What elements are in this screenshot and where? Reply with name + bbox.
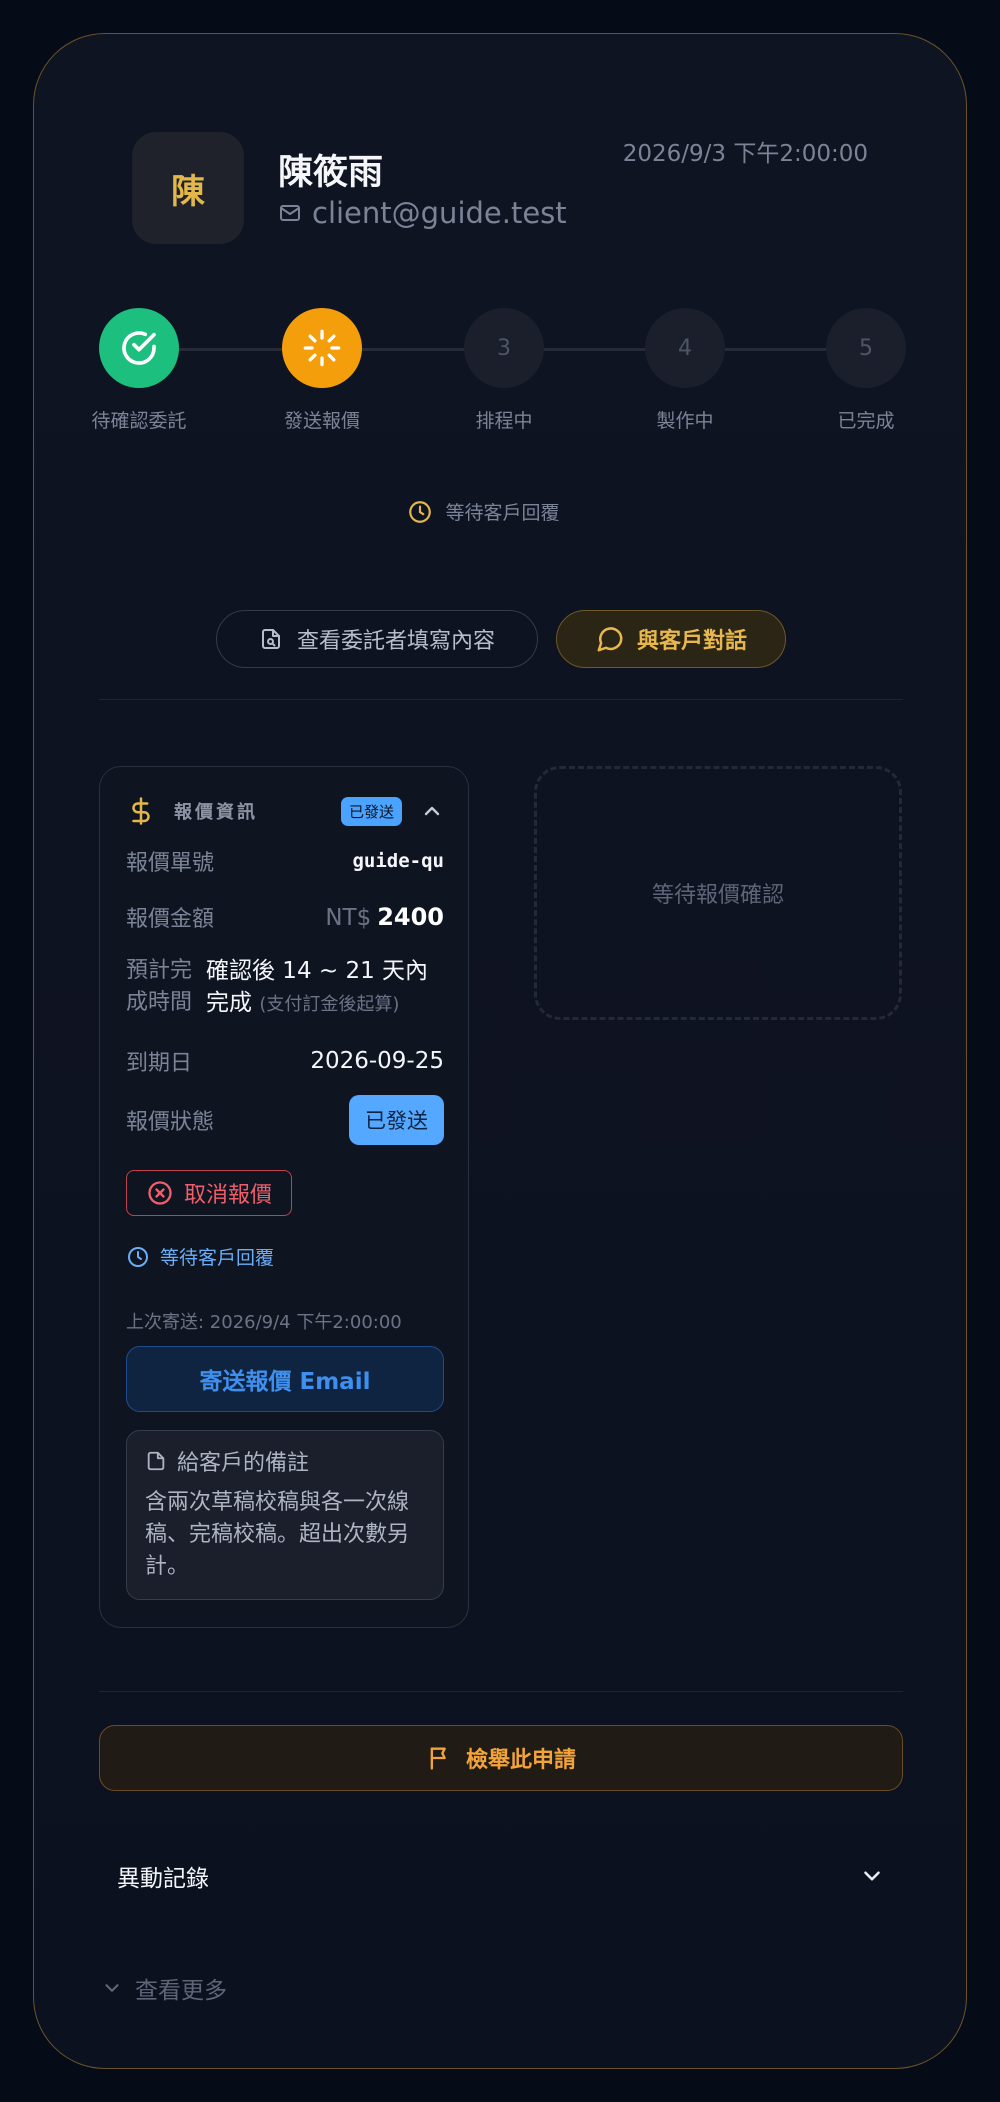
quote-amount: NT$ 2400 (325, 903, 444, 931)
client-name: 陳筱雨 (278, 153, 384, 193)
due-value: 2026-09-25 (310, 1048, 444, 1074)
mail-icon (280, 205, 300, 221)
check-circle-icon (122, 331, 156, 365)
last-sent: 上次寄送: 2026/9/4 下午2:00:00 (126, 1312, 402, 1333)
chat-label: 與客戶對話 (636, 629, 747, 654)
step-label: 待確認委託 (91, 410, 187, 432)
quote-waiting-text: 等待客戶回覆 (160, 1247, 275, 1269)
status-waiting-text: 等待客戶回覆 (445, 502, 560, 524)
clock-icon (409, 500, 432, 523)
quote-number-value: guide-qu (352, 850, 444, 872)
cancel-quote-button[interactable]: 取消報價 (126, 1170, 292, 1216)
chevron-down-icon (105, 1984, 119, 1992)
eta-note: (支付訂金後起算) (259, 994, 400, 1015)
file-search-icon (261, 629, 280, 649)
status-pill: 已發送 (349, 1095, 444, 1145)
quote-number-label: 報價單號 (126, 851, 215, 876)
quote-waiting: 等待客戶回覆 (126, 1243, 274, 1270)
step-circle-pending: 3 (464, 308, 544, 388)
file-icon (147, 1451, 165, 1471)
quote-status-row: 報價狀態 已發送 (126, 1095, 444, 1145)
due-label: 到期日 (126, 1051, 193, 1076)
pending-confirm-box: 等待報價確認 (534, 766, 902, 1020)
quote-due-row: 到期日 2026-09-25 (126, 1045, 444, 1077)
eta-value: 確認後 14 ~ 21 天內完成 (支付訂金後起算) (206, 955, 436, 1021)
status-label: 報價狀態 (126, 1110, 215, 1135)
quote-title: 報價資訊 (174, 802, 258, 823)
step-circle-pending: 5 (826, 308, 906, 388)
quote-panel: 報價資訊 已發送 報價單號 guide-qu 報價金額 NT$ 2400 預計完成… (99, 766, 469, 1628)
quote-amount-label: 報價金額 (126, 907, 215, 932)
history-title: 異動記錄 (117, 1866, 209, 1892)
x-circle-icon (148, 1181, 172, 1205)
step-5: 5 已完成 (786, 308, 946, 433)
amount-value: 2400 (377, 903, 444, 931)
quote-header[interactable]: 報價資訊 已發送 (126, 793, 444, 829)
avatar-initial: 陳 (171, 171, 205, 212)
avatar: 陳 (132, 132, 244, 244)
quote-status-badge: 已發送 (340, 796, 402, 826)
quote-number-row: 報價單號 guide-qu (126, 845, 444, 877)
currency-label: NT$ (325, 905, 372, 931)
step-label: 已完成 (837, 410, 895, 432)
view-more-label: 查看更多 (135, 1978, 227, 2004)
dollar-icon (132, 797, 150, 825)
client-note: 給客戶的備註 含兩次草稿校稿與各一次線稿、完稿校稿。超出次數另計。 (126, 1430, 444, 1600)
chevron-down-icon (864, 1871, 880, 1881)
chevron-up-icon[interactable] (420, 799, 444, 823)
step-circle-done (99, 308, 179, 388)
step-label: 發送報價 (283, 410, 360, 432)
status-waiting: 等待客戶回覆 (1, 498, 966, 525)
step-label: 排程中 (475, 410, 533, 432)
send-email-button[interactable]: 寄送報價 Email (126, 1346, 444, 1412)
step-circle-pending: 4 (645, 308, 725, 388)
step-circle-active (282, 308, 362, 388)
cancel-quote-label: 取消報價 (183, 1183, 272, 1208)
view-form-button[interactable]: 查看委託者填寫內容 (216, 610, 538, 668)
request-card: 陳 陳筱雨 client@guide.test 2026/9/3 下午2:00:… (33, 33, 967, 2069)
chat-button[interactable]: 與客戶對話 (556, 610, 786, 668)
note-title-text: 給客戶的備註 (177, 1451, 310, 1476)
request-timestamp: 2026/9/3 下午2:00:00 (622, 141, 868, 167)
step-label: 製作中 (656, 410, 714, 432)
view-form-label: 查看委託者填寫內容 (296, 629, 495, 654)
loader-icon (303, 329, 341, 367)
note-body: 含兩次草稿校稿與各一次線稿、完稿校稿。超出次數另計。 (145, 1490, 410, 1579)
step-4: 4 製作中 (605, 308, 765, 433)
quote-amount-row: 報價金額 NT$ 2400 (126, 901, 444, 933)
divider (99, 699, 903, 700)
note-title: 給客戶的備註 (145, 1445, 425, 1477)
step-1: 待確認委託 (59, 308, 219, 433)
history-toggle[interactable]: 異動記錄 (99, 1859, 903, 1893)
report-label: 檢舉此申請 (465, 1748, 576, 1773)
message-circle-icon (597, 627, 623, 652)
clock-icon (128, 1246, 148, 1267)
divider (99, 1691, 903, 1692)
report-button[interactable]: 檢舉此申請 (99, 1725, 903, 1791)
step-2: 發送報價 (242, 308, 402, 433)
step-3: 3 排程中 (424, 308, 584, 433)
client-email-text: client@guide.test (312, 196, 567, 230)
client-email: client@guide.test (278, 196, 567, 230)
flag-icon (430, 1747, 446, 1770)
eta-label: 預計完成時間 (126, 958, 193, 1015)
view-more-link[interactable]: 查看更多 (101, 1971, 227, 2005)
